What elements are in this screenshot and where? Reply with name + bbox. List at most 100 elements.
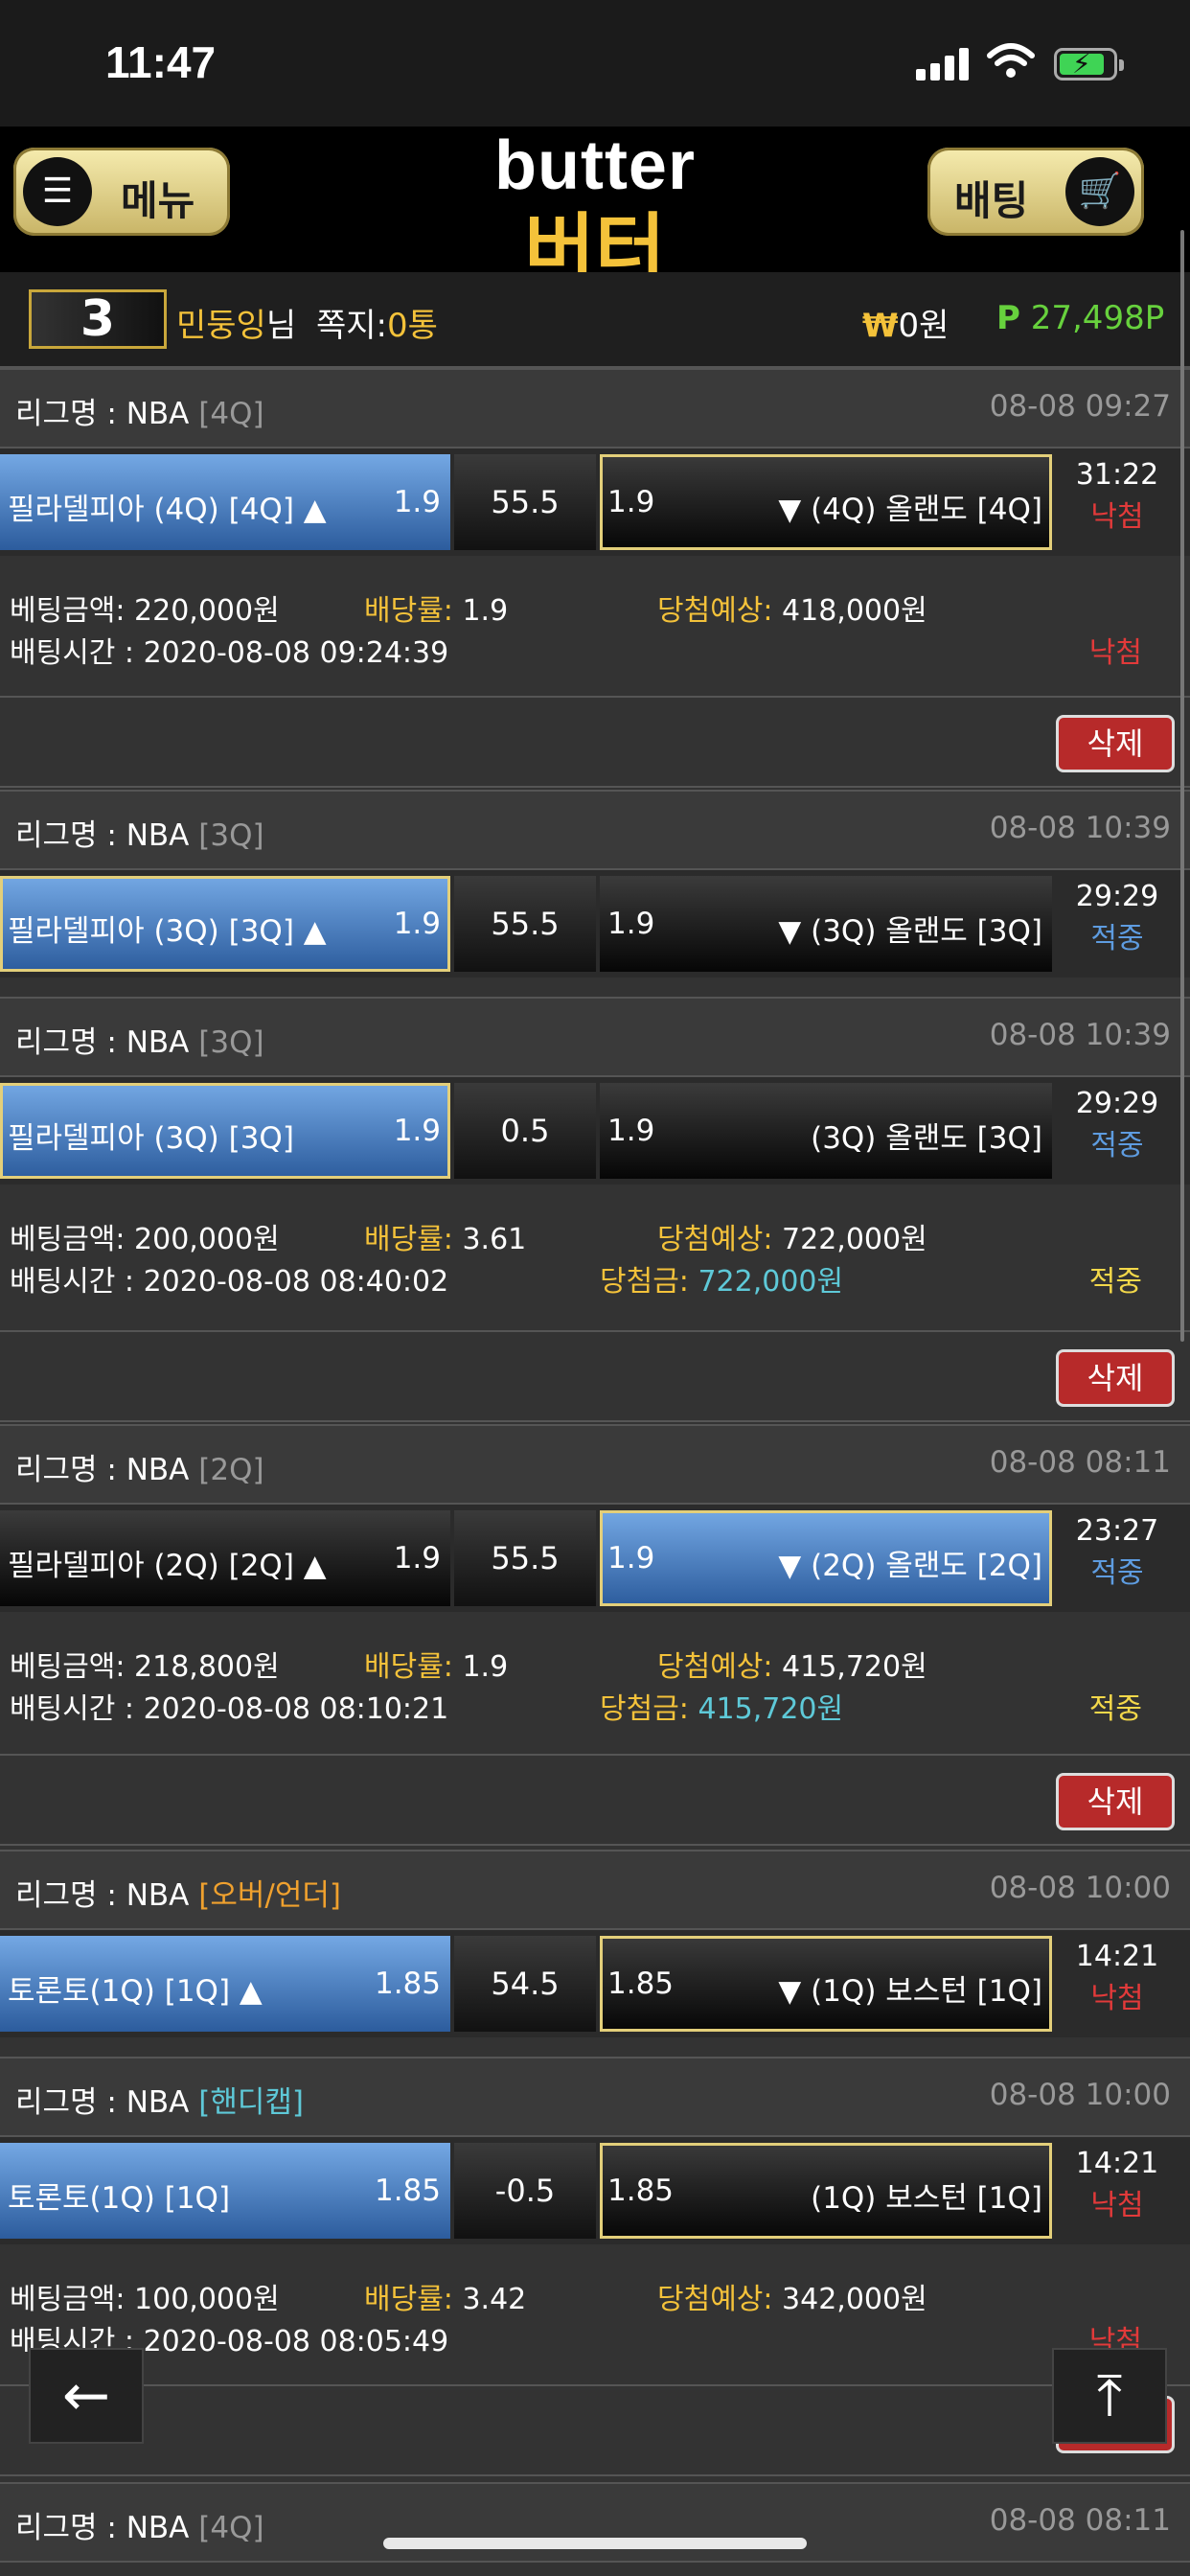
game-clock: 29:29 xyxy=(1075,1087,1159,1120)
league-tag: [3Q] xyxy=(198,818,264,853)
battery-icon: ⚡ xyxy=(1054,48,1124,80)
points-value: 27,498P xyxy=(1030,299,1165,337)
bet-amount: 100,000원 xyxy=(134,2283,280,2316)
prize-amount: 415,720원 xyxy=(698,1692,844,1726)
game-meta: 31:22 낙첨 xyxy=(1064,454,1171,539)
status-time: 11:47 xyxy=(105,37,217,87)
expected-label: 당첨예상: xyxy=(657,1223,783,1256)
home-team-cell[interactable]: 필라델피아 (3Q) [3Q] 1.9 xyxy=(0,1083,450,1179)
away-team-name: ▼ (2Q) 올랜도 [2Q] xyxy=(778,1549,1042,1583)
odds-label: 배당률: xyxy=(364,1650,463,1684)
expected-payout: 722,000원 xyxy=(782,1223,927,1256)
bet-slip-button[interactable]: 배팅 🛒 xyxy=(927,148,1144,236)
bet-time: 2020-08-08 09:24:39 xyxy=(143,636,449,670)
home-team-cell[interactable]: 토론토(1Q) [1Q] 1.85 xyxy=(0,2143,450,2239)
total-odds: 3.61 xyxy=(462,1223,527,1256)
game-clock: 14:21 xyxy=(1075,2147,1159,2180)
app-header: ☰ 메뉴 butter 버터 배팅 🛒 xyxy=(0,126,1190,294)
away-odds: 1.9 xyxy=(607,1114,655,1148)
level-badge: 3 xyxy=(29,289,167,349)
bet-summary: 베팅금액: 100,000원 배당률: 3.42 당첨예상: 342,000원 … xyxy=(0,2244,1190,2384)
home-odds: 1.9 xyxy=(393,1114,441,1148)
match-datetime: 08-08 10:39 xyxy=(989,1018,1171,1052)
game-row: 토론토(1Q) [1Q] ▲ 1.85 54.5 1.85 ▼ (1Q) 보스턴… xyxy=(0,1930,1190,2037)
messages-link[interactable]: 쪽지:0통 xyxy=(316,299,438,346)
away-team-cell[interactable]: 1.9 ▼ (4Q) 올랜도 [4Q] xyxy=(600,454,1052,550)
away-team-name: (1Q) 보스턴 [1Q] xyxy=(811,2181,1042,2216)
line-value: 55.5 xyxy=(454,876,596,972)
league-tag: [2Q] xyxy=(198,1453,264,1487)
menu-button[interactable]: ☰ 메뉴 xyxy=(13,148,230,236)
match-datetime: 08-08 10:39 xyxy=(989,811,1171,845)
league-label: 리그명 : xyxy=(15,1453,126,1487)
delete-button[interactable]: 삭제 xyxy=(1056,1773,1175,1830)
league-name: NBA xyxy=(126,397,190,431)
bet-amount-label: 베팅금액: xyxy=(10,594,135,628)
delete-button[interactable]: 삭제 xyxy=(1056,1349,1175,1407)
game-clock: 29:29 xyxy=(1075,880,1159,913)
away-odds: 1.85 xyxy=(607,2174,675,2208)
messages-label: 쪽지: xyxy=(316,307,388,345)
messages-count: 0통 xyxy=(387,307,438,345)
bet-summary: 베팅금액: 220,000원 배당률: 1.9 당첨예상: 418,000원 배… xyxy=(0,556,1190,696)
home-team-name: 토론토(1Q) [1Q] xyxy=(8,2181,231,2216)
away-team-cell[interactable]: 1.9 (3Q) 올랜도 [3Q] xyxy=(600,1083,1052,1179)
username[interactable]: 민둥잉님 xyxy=(176,299,296,346)
away-odds: 1.9 xyxy=(607,485,655,519)
match-datetime: 08-08 09:27 xyxy=(989,389,1171,424)
scrollbar[interactable] xyxy=(1180,230,1184,1342)
home-team-cell[interactable]: 필라델피아 (3Q) [3Q] ▲ 1.9 xyxy=(0,876,450,972)
home-team-cell[interactable]: 필라델피아 (2Q) [2Q] ▲ 1.9 xyxy=(0,1510,450,1606)
bet-result: 적중 xyxy=(1088,1692,1142,1726)
league-label: 리그명 : xyxy=(15,818,126,853)
game-clock: 23:27 xyxy=(1075,1514,1159,1548)
home-odds: 1.85 xyxy=(374,1966,441,2001)
league-label: 리그명 : xyxy=(15,397,126,431)
away-team-cell[interactable]: 1.85 ▼ (1Q) 보스턴 [1Q] xyxy=(600,1936,1052,2032)
home-indicator[interactable] xyxy=(383,2538,807,2549)
away-team-cell[interactable]: 1.9 ▼ (2Q) 올랜도 [2Q] xyxy=(600,1510,1052,1606)
bet-result: 낙첨 xyxy=(1088,636,1142,670)
game-row: 필라델피아 (2Q) [2Q] ▲ 1.9 55.5 1.9 ▼ (2Q) 올랜… xyxy=(0,1505,1190,1612)
game-status: 적중 xyxy=(1090,1129,1144,1162)
away-team-cell[interactable]: 1.85 (1Q) 보스턴 [1Q] xyxy=(600,2143,1052,2239)
home-team-name: 필라델피아 (3Q) [3Q] ▲ xyxy=(8,914,327,949)
line-value: 54.5 xyxy=(454,1936,596,2032)
game-clock: 31:22 xyxy=(1075,458,1159,492)
delete-row: 삭제 xyxy=(0,1330,1190,1422)
home-team-cell[interactable]: 필라델피아 (4Q) [4Q] ▲ 1.9 xyxy=(0,454,450,550)
game-row: 토론토(1Q) [1Q] 1.85 -0.5 1.85 (1Q) 보스턴 [1Q… xyxy=(0,2137,1190,2244)
game-status: 낙첨 xyxy=(1090,1982,1144,2015)
game-status: 낙첨 xyxy=(1090,500,1144,534)
league-name: NBA xyxy=(126,1878,190,1913)
league-name: NBA xyxy=(126,2511,190,2545)
scroll-top-button[interactable]: ⤒ xyxy=(1052,2348,1167,2444)
league-label: 리그명 : xyxy=(15,1878,126,1913)
home-team-cell[interactable]: 토론토(1Q) [1Q] ▲ 1.85 xyxy=(0,1936,450,2032)
total-odds: 3.42 xyxy=(462,2283,527,2316)
league-name: NBA xyxy=(126,1453,190,1487)
odds-label: 배당률: xyxy=(364,2283,463,2316)
delete-row: 삭제 xyxy=(0,2384,1190,2476)
odds-label: 배당률: xyxy=(364,1223,463,1256)
match-datetime: 08-08 08:11 xyxy=(989,1445,1171,1480)
back-button[interactable]: ← xyxy=(29,2348,144,2444)
away-team-cell[interactable]: 1.9 ▼ (3Q) 올랜도 [3Q] xyxy=(600,876,1052,972)
delete-button[interactable]: 삭제 xyxy=(1056,715,1175,772)
home-team-name: 필라델피아 (4Q) [4Q] ▲ xyxy=(8,493,327,527)
league-tag: [4Q] xyxy=(198,397,264,431)
league-label: 리그명 : xyxy=(15,2085,126,2120)
expected-label: 당첨예상: xyxy=(657,1650,783,1684)
away-odds: 1.85 xyxy=(607,1966,675,2001)
line-value: 55.5 xyxy=(454,454,596,550)
game-status: 적중 xyxy=(1090,1556,1144,1590)
home-odds: 1.9 xyxy=(393,907,441,941)
total-odds: 1.9 xyxy=(462,1650,509,1684)
prize-amount: 722,000원 xyxy=(698,1265,844,1299)
bet-time-label: 배팅시간 : xyxy=(10,1265,144,1299)
home-team-name: 필라델피아 (2Q) [2Q] ▲ xyxy=(8,1549,327,1583)
points-icon: P xyxy=(996,299,1020,337)
league-row: 리그명 : NBA [핸디캡] 08-08 10:00 xyxy=(0,2057,1190,2137)
game-meta: 14:21 낙첨 xyxy=(1064,2143,1171,2227)
away-team-name: ▼ (3Q) 올랜도 [3Q] xyxy=(778,914,1042,949)
